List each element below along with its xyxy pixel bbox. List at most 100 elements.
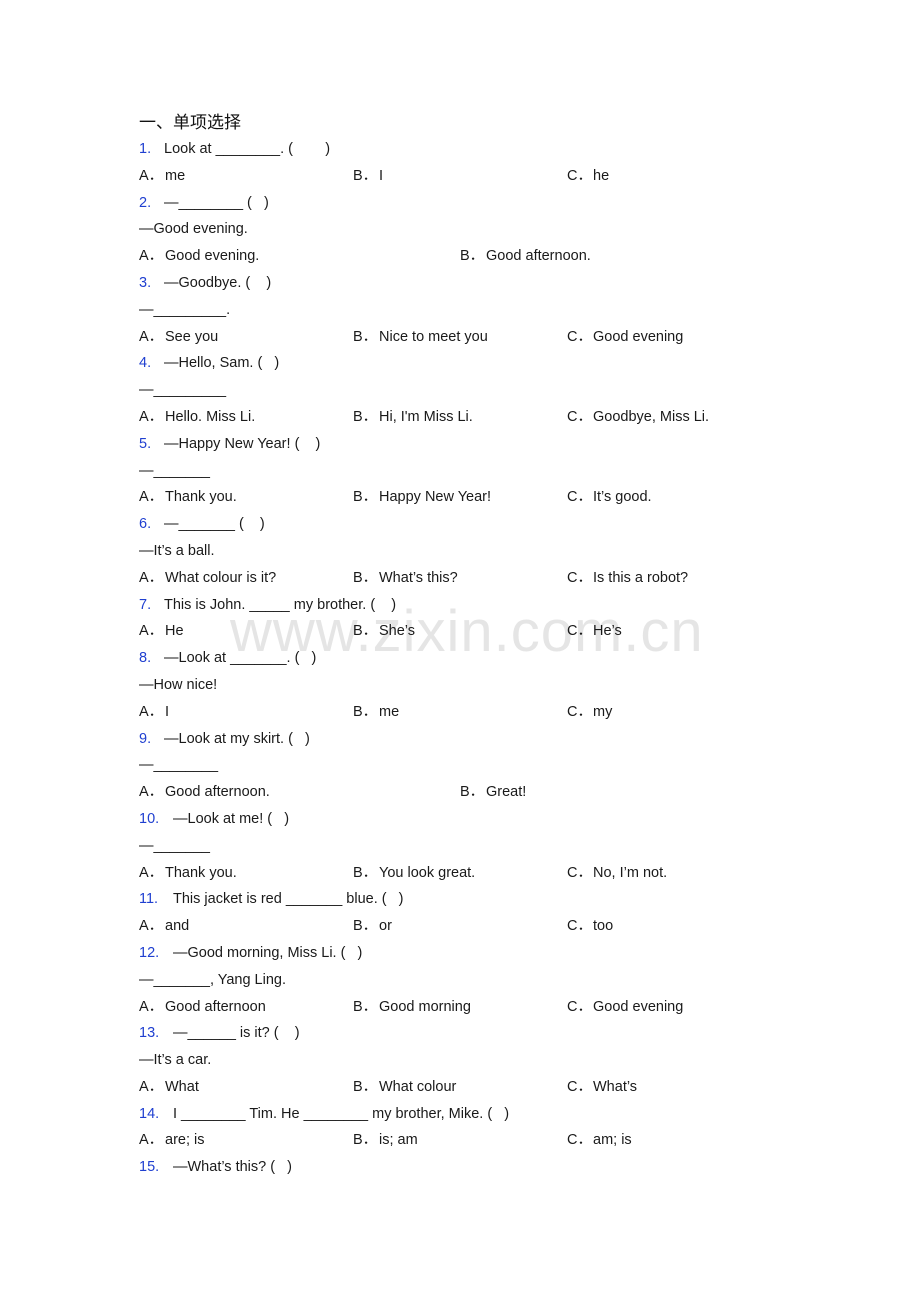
option-b[interactable]: B． What colour [353, 1074, 456, 1101]
option-letter: A． [139, 167, 164, 184]
options-row: A． He B． She’s C．He’s [139, 618, 779, 645]
option-c[interactable]: C．He’s [567, 618, 622, 645]
option-letter: A． [139, 328, 164, 345]
question-list: 1. Look at ________. ( ) A． me B． I C．he 2. —___… [139, 136, 779, 1181]
question-15: 15. —What’s this? ( ) [139, 1154, 779, 1181]
options-row: A． are; is B． is; am C．am; is [139, 1127, 779, 1154]
dialogue-line: —_______ [139, 462, 210, 479]
option-c[interactable]: C．too [567, 913, 613, 940]
option-letter: C． [567, 918, 592, 935]
option-c[interactable]: C．Good evening [567, 994, 683, 1021]
option-c[interactable]: C．Good evening [567, 324, 683, 351]
option-a[interactable]: A． Thank you. [139, 484, 237, 511]
options-row: A． See you B． Nice to meet you C．Good evenin… [139, 324, 779, 351]
question-number: 15. [139, 1159, 160, 1176]
option-c[interactable]: C．It’s good. [567, 484, 652, 511]
exam-page: 一、单项选择 1. Look at ________. ( ) A． me B． I C．h… [139, 110, 779, 1181]
option-b[interactable]: B． Great! [460, 779, 526, 806]
option-a[interactable]: A． What [139, 1074, 199, 1101]
question-number: 2. [139, 194, 152, 211]
option-text: Is this a robot? [593, 569, 689, 586]
option-b[interactable]: B． Hi, I'm Miss Li. [353, 404, 473, 431]
option-b[interactable]: B． Good afternoon. [460, 243, 591, 270]
option-letter: B． [460, 248, 485, 265]
option-a[interactable]: A． Good evening. [139, 243, 259, 270]
option-text: Good morning [379, 998, 471, 1015]
option-letter: C． [567, 998, 592, 1015]
option-letter: C． [567, 408, 592, 425]
option-a[interactable]: A． Thank you. [139, 860, 237, 887]
option-letter: A． [139, 703, 164, 720]
options-row: A． Good afternoon B． Good morning C．Good eve… [139, 994, 779, 1021]
option-a[interactable]: A． He [139, 618, 184, 645]
option-letter: A． [139, 998, 164, 1015]
question-text: —Good morning, Miss Li. ( ) [173, 944, 363, 961]
option-b[interactable]: B． Nice to meet you [353, 324, 488, 351]
option-letter: B． [353, 328, 378, 345]
question-stem: 12. —Good morning, Miss Li. ( ) [139, 940, 779, 967]
option-c[interactable]: C．he [567, 163, 609, 190]
option-a[interactable]: A． Hello. Miss Li. [139, 404, 255, 431]
option-text: Good afternoon. [165, 784, 270, 801]
option-a[interactable]: A． I [139, 699, 169, 726]
option-text: are; is [165, 1132, 205, 1149]
option-c[interactable]: C．my [567, 699, 612, 726]
option-text: is; am [379, 1132, 418, 1149]
option-text: Good afternoon [165, 998, 266, 1015]
option-letter: B． [353, 569, 378, 586]
options-row: A． Good evening. B． Good afternoon. [139, 243, 779, 270]
option-b[interactable]: B． is; am [353, 1127, 418, 1154]
question-stem: 13. —______ is it? ( ) [139, 1020, 779, 1047]
option-text: No, I’m not. [593, 864, 668, 881]
question-text: —Hello, Sam. ( ) [164, 355, 280, 372]
option-b[interactable]: B． You look great. [353, 860, 475, 887]
option-a[interactable]: A． me [139, 163, 185, 190]
option-text: What colour is it? [165, 569, 277, 586]
option-text: Happy New Year! [379, 489, 492, 506]
question-7: 7. This is John. _____ my brother. ( ) A． H… [139, 592, 779, 646]
question-1: 1. Look at ________. ( ) A． me B． I C．he [139, 136, 779, 190]
option-letter: A． [139, 1132, 164, 1149]
option-text: What colour [379, 1078, 457, 1095]
option-letter: C． [567, 703, 592, 720]
option-letter: A． [139, 569, 164, 586]
option-b[interactable]: B． She’s [353, 618, 415, 645]
question-number: 5. [139, 435, 152, 452]
dialogue-line: —Good evening. [139, 221, 248, 238]
option-c[interactable]: C．Is this a robot? [567, 565, 688, 592]
option-b[interactable]: B． I [353, 163, 383, 190]
option-text: too [593, 918, 614, 935]
option-c[interactable]: C．am; is [567, 1127, 632, 1154]
option-c[interactable]: C．What’s [567, 1074, 637, 1101]
option-text: It’s good. [593, 489, 652, 506]
option-b[interactable]: B． What’s this? [353, 565, 458, 592]
option-letter: A． [139, 784, 164, 801]
option-b[interactable]: B． Good morning [353, 994, 471, 1021]
question-stem: 11. This jacket is red _______ blue. ( ) [139, 886, 779, 913]
option-a[interactable]: A． What colour is it? [139, 565, 276, 592]
option-letter: A． [139, 408, 164, 425]
option-a[interactable]: A． and [139, 913, 189, 940]
option-a[interactable]: A． Good afternoon [139, 994, 266, 1021]
option-text: Thank you. [165, 864, 237, 881]
option-a[interactable]: A． Good afternoon. [139, 779, 270, 806]
option-a[interactable]: A． See you [139, 324, 218, 351]
option-text: me [379, 703, 400, 720]
option-c[interactable]: C．Goodbye, Miss Li. [567, 404, 709, 431]
option-text: You look great. [379, 864, 476, 881]
option-text: Good evening [593, 998, 684, 1015]
option-text: my [593, 703, 613, 720]
question-text: Look at ________. ( ) [164, 141, 331, 157]
option-letter: B． [353, 1078, 378, 1095]
option-c[interactable]: C．No, I’m not. [567, 860, 667, 887]
option-letter: B． [353, 998, 378, 1015]
option-text: What’s this? [379, 569, 458, 586]
option-a[interactable]: A． are; is [139, 1127, 205, 1154]
option-b[interactable]: B． Happy New Year! [353, 484, 491, 511]
option-b[interactable]: B． me [353, 699, 399, 726]
option-b[interactable]: B． or [353, 913, 392, 940]
options-row: A． me B． I C．he [139, 163, 779, 190]
question-text: —Look at my skirt. ( ) [164, 730, 310, 747]
dialogue-line: —_________ [139, 382, 227, 399]
question-number: 6. [139, 516, 152, 533]
